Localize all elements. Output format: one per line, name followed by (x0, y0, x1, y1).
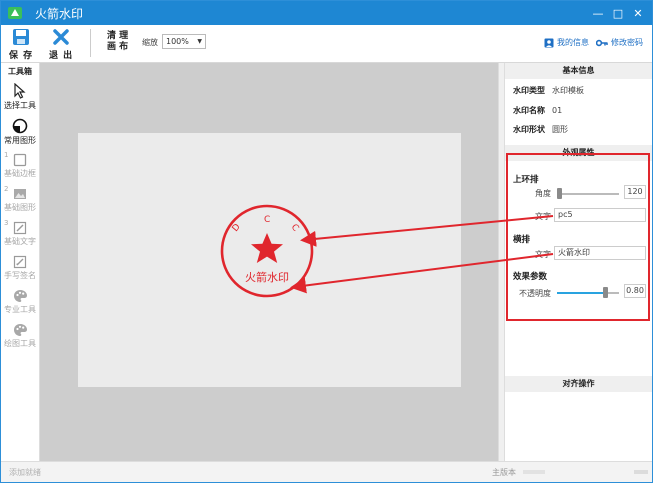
info-row-shape: 水印形状 圆形 (513, 124, 568, 135)
tool-basic-text-label: 基础文字 (4, 237, 36, 246)
palette-icon (13, 324, 27, 336)
version-text: 主版本 (492, 468, 516, 477)
title-bar: 火箭水印 — □ ✕ (1, 1, 652, 25)
tool-handwritten-signature-label: 手写签名 (4, 271, 36, 280)
step-number: 2 (4, 185, 9, 193)
tool-basic-border-label: 基础边框 (4, 169, 36, 178)
toolbar-divider (90, 29, 91, 57)
cursor-icon (14, 83, 26, 99)
tool-professional[interactable]: 专业工具 (1, 289, 39, 315)
status-indicator (523, 470, 545, 474)
tool-basic-border[interactable]: 1 基础边框 (1, 151, 39, 179)
tool-handwritten-signature[interactable]: 手写签名 (1, 255, 39, 281)
stamp-arc-letter: D (231, 222, 243, 234)
square-icon (13, 153, 27, 167)
info-row-name: 水印名称 01 (513, 105, 562, 116)
stamp-center-text: 火箭水印 (245, 270, 289, 284)
stamp-arc-letter: C (289, 223, 301, 234)
step-number: 1 (4, 151, 9, 159)
minimize-button[interactable]: — (588, 1, 608, 25)
status-indicator (634, 470, 648, 474)
exit-button[interactable]: 退 出 (49, 28, 73, 61)
clear-canvas-label-1: 清 理 (107, 31, 129, 41)
pen-icon (13, 255, 27, 269)
info-value: 01 (552, 106, 563, 115)
tool-basic-graphic[interactable]: 2 基础图形 (1, 185, 39, 213)
image-icon (14, 189, 26, 199)
tool-basic-graphic-label: 基础图形 (4, 203, 36, 212)
my-info-label: 我的信息 (557, 38, 589, 47)
my-info-link[interactable]: 我的信息 (544, 37, 589, 48)
tool-select[interactable]: 选择工具 (1, 83, 39, 111)
clear-canvas-button[interactable]: 清 理 画 布 (107, 31, 128, 53)
edit-icon (13, 221, 27, 235)
info-row-type: 水印类型 水印模板 (513, 85, 584, 96)
change-password-link[interactable]: 修改密码 (596, 37, 643, 48)
tool-common-shapes[interactable]: 常用图形 (1, 118, 39, 146)
tool-common-shapes-label: 常用图形 (4, 136, 36, 145)
toolbox-title: 工具箱 (8, 67, 32, 76)
annotation-highlight-box (506, 153, 650, 321)
tool-drawing[interactable]: 绘图工具 (1, 323, 39, 349)
align-header: 对齐操作 (505, 376, 652, 392)
info-key: 水印类型 (513, 86, 545, 95)
canvas-workspace: D C C 火箭水印 (40, 63, 498, 461)
maximize-button[interactable]: □ (608, 1, 628, 25)
main-toolbar: 保 存 退 出 清 理 画 布 缩放 100% ▼ 我的信息 修改密码 (1, 25, 652, 63)
status-text: 添加就绪 (9, 468, 41, 477)
app-window: 火箭水印 — □ ✕ 保 存 退 出 清 理 画 布 缩放 100% ▼ 我的信… (0, 0, 653, 483)
stamp-graphic[interactable]: D C C 火箭水印 (78, 133, 461, 387)
close-x-icon (53, 29, 69, 45)
clear-canvas-label-2: 画 布 (107, 42, 129, 52)
exit-label: 退 出 (49, 51, 74, 61)
window-controls: — □ ✕ (588, 1, 648, 25)
stamp-arc-letter: C (264, 215, 270, 225)
step-number: 3 (4, 219, 9, 227)
status-bar: 添加就绪 主版本 (1, 461, 652, 482)
info-value: 圆形 (552, 125, 568, 134)
app-logo-icon (8, 7, 22, 19)
window-title: 火箭水印 (35, 6, 84, 21)
save-label: 保 存 (9, 51, 34, 61)
stamp-star-icon (251, 233, 283, 263)
chevron-down-icon: ▼ (197, 38, 202, 45)
tool-drawing-label: 绘图工具 (4, 339, 36, 348)
close-button[interactable]: ✕ (628, 1, 648, 25)
toolbox-panel: 工具箱 选择工具 常用图形 1 基础边框 2 基础图形 3 基础文字 手写签名 … (1, 63, 40, 461)
zoom-label: 缩放 (142, 38, 158, 47)
palette-icon (13, 290, 27, 302)
tool-select-label: 选择工具 (4, 101, 36, 110)
info-key: 水印形状 (513, 125, 545, 134)
tool-professional-label: 专业工具 (4, 305, 36, 314)
save-button[interactable]: 保 存 (9, 28, 33, 61)
circle-shape-icon (12, 118, 28, 134)
change-password-label: 修改密码 (611, 38, 643, 47)
zoom-value: 100% (166, 37, 189, 46)
info-value: 水印模板 (552, 86, 584, 95)
save-icon (13, 29, 30, 45)
info-key: 水印名称 (513, 106, 545, 115)
canvas-paper[interactable]: D C C 火箭水印 (78, 133, 461, 387)
key-icon (596, 39, 608, 46)
basic-info-header: 基本信息 (505, 63, 652, 79)
tool-basic-text[interactable]: 3 基础文字 (1, 219, 39, 247)
user-card-icon (544, 38, 554, 47)
zoom-select[interactable]: 100% ▼ (162, 34, 206, 49)
